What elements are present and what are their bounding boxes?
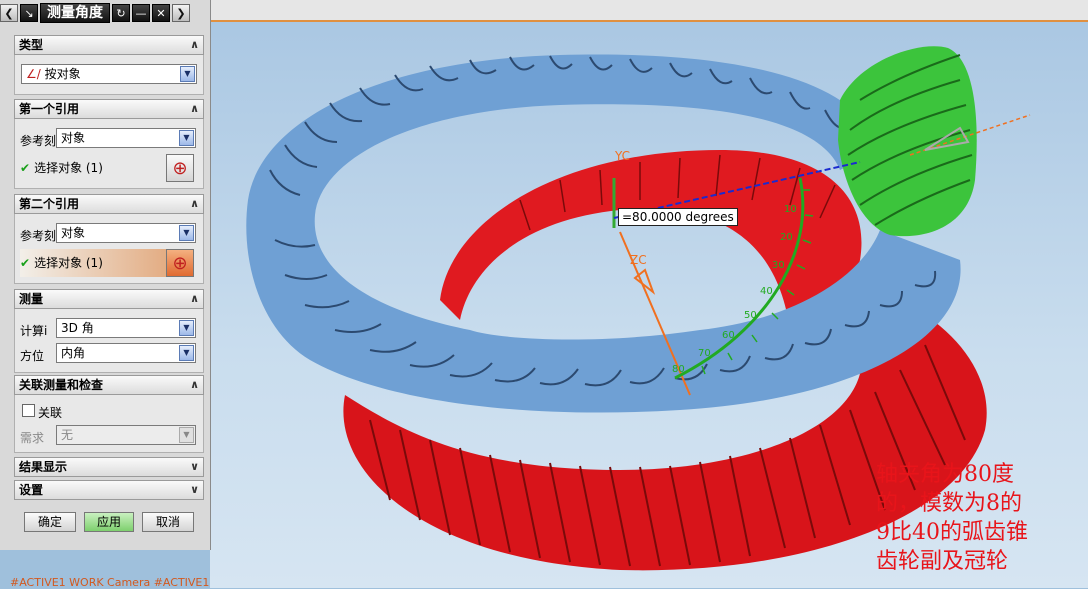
section-second-ref-header[interactable]: 第二个引用 ∧	[14, 194, 204, 214]
crosshair-icon: ⊕	[172, 252, 188, 274]
first-ref-label: 参考刻	[20, 134, 57, 148]
annotation-line: 齿轮副及冠轮	[876, 549, 1009, 574]
req-select: 无 ▼	[56, 425, 196, 445]
section-first-ref-header[interactable]: 第一个引用 ∧	[14, 99, 204, 119]
first-ref-select[interactable]: 对象 ▼	[56, 128, 196, 148]
section-settings-title: 设置	[19, 483, 44, 497]
minimize-button[interactable]: —	[132, 4, 150, 22]
tick-10: 10	[784, 204, 797, 215]
apply-button[interactable]: 应用	[84, 512, 134, 532]
tick-20: 20	[780, 232, 793, 243]
first-select-object-button[interactable]: ⊕	[166, 154, 194, 182]
reset-icon: ↻	[116, 6, 126, 20]
section-measure-header[interactable]: 测量 ∧	[14, 289, 204, 309]
section-first-ref-title: 第一个引用	[19, 102, 80, 116]
first-ref-value: 对象	[61, 131, 86, 145]
dropdown-arrow-icon[interactable]: ▼	[179, 320, 194, 336]
annotation-line: 的，模数为8的	[876, 491, 1022, 516]
calc-label: 计算ⅰ	[20, 324, 48, 338]
yc-axis-label: YC	[614, 149, 630, 163]
section-type-title: 类型	[19, 38, 44, 52]
section-type-body: ∠/ 按对象 ▼	[14, 55, 204, 95]
chevron-left-icon: ❮	[4, 6, 14, 20]
type-select-value: 按对象	[44, 67, 81, 81]
tick-50: 50	[744, 310, 757, 321]
tick-70: 70	[698, 348, 711, 359]
command-line: #ACTIVE1 WORK Camera #ACTIVE1	[10, 576, 210, 589]
second-ref-label: 参考刻	[20, 229, 57, 243]
measure-angle-dialog: ❮ ↘ 测量角度 ↻ — ✕ ❯ 类型 ∧ ∠/ 按对象 ▼ 第一个引用 ∧ 参…	[0, 0, 211, 550]
type-select[interactable]: ∠/ 按对象 ▼	[21, 64, 197, 84]
second-ref-value: 对象	[61, 226, 86, 240]
calc-select[interactable]: 3D 角 ▼	[56, 318, 196, 338]
cancel-button[interactable]: 取消	[142, 512, 194, 532]
minus-icon: —	[135, 6, 147, 20]
section-assoc-title: 关联测量和检查	[19, 378, 104, 392]
annotation-line: 轴夹角为80度	[876, 462, 1014, 487]
orient-value: 内角	[61, 346, 86, 360]
calc-value: 3D 角	[61, 321, 94, 335]
chevron-up-icon: ∧	[190, 292, 199, 305]
dropdown-arrow-icon[interactable]: ▼	[180, 66, 195, 82]
dropdown-arrow-icon: ▼	[179, 427, 194, 443]
tick-40: 40	[760, 286, 773, 297]
collapse-left-button[interactable]: ❮	[0, 4, 18, 22]
crosshair-icon: ⊕	[172, 157, 188, 179]
section-type-header[interactable]: 类型 ∧	[14, 35, 204, 55]
angle-readout: =80.0000 degrees	[618, 208, 738, 226]
checkmark-icon: ✔	[20, 161, 31, 175]
dialog-title: 测量角度	[40, 3, 110, 23]
section-result-title: 结果显示	[19, 460, 68, 474]
section-assoc-header[interactable]: 关联测量和检查 ∧	[14, 375, 204, 395]
chevron-down-icon: ∨	[190, 460, 199, 473]
angle-type-icon: ∠/	[26, 67, 41, 81]
dropdown-arrow-icon[interactable]: ▼	[179, 130, 194, 146]
section-result-header[interactable]: 结果显示 ∨	[14, 457, 204, 477]
section-measure-title: 测量	[19, 292, 44, 306]
chevron-down-icon: ∨	[190, 483, 199, 496]
annotation-text: 轴夹角为80度 的，模数为8的 9比40的弧齿锥 齿轮副及冠轮	[876, 460, 1082, 576]
section-settings-header[interactable]: 设置 ∨	[14, 480, 204, 500]
annotation-line: 9比40的弧齿锥	[876, 520, 1028, 545]
second-ref-select[interactable]: 对象 ▼	[56, 223, 196, 243]
close-icon: ✕	[156, 6, 166, 20]
first-select-object-label: 选择对象 (1)	[34, 161, 103, 175]
collapse-right-button[interactable]: ❯	[172, 4, 190, 22]
reset-button[interactable]: ↻	[112, 4, 130, 22]
chevron-up-icon: ∧	[190, 38, 199, 51]
chevron-right-icon: ❯	[176, 6, 186, 20]
assoc-label: 关联	[38, 406, 63, 420]
chevron-up-icon: ∧	[190, 378, 199, 391]
close-button[interactable]: ✕	[152, 4, 170, 22]
select-tool-button[interactable]: ↘	[20, 4, 38, 22]
req-label: 需求	[20, 431, 45, 445]
req-value: 无	[61, 428, 74, 442]
dialog-titlebar: ❮ ↘ 测量角度 ↻ — ✕ ❯	[0, 2, 216, 24]
orient-label: 方位	[20, 349, 45, 363]
checkmark-icon: ✔	[20, 256, 31, 270]
chevron-up-icon: ∧	[190, 197, 199, 210]
chevron-up-icon: ∧	[190, 102, 199, 115]
tick-60: 60	[722, 330, 735, 341]
section-second-ref-title: 第二个引用	[19, 197, 80, 211]
ok-button[interactable]: 确定	[24, 512, 76, 532]
tick-80: 80	[672, 364, 685, 375]
dropdown-arrow-icon[interactable]: ▼	[179, 345, 194, 361]
arrow-cursor-icon: ↘	[24, 6, 34, 20]
dropdown-arrow-icon[interactable]: ▼	[179, 225, 194, 241]
tick-30: 30	[772, 260, 785, 271]
zc-axis-label: ZC	[630, 253, 647, 267]
orient-select[interactable]: 内角 ▼	[56, 343, 196, 363]
second-select-object-button[interactable]: ⊕	[166, 249, 194, 277]
assoc-checkbox[interactable]	[22, 404, 35, 417]
second-select-object-label: 选择对象 (1)	[34, 256, 103, 270]
